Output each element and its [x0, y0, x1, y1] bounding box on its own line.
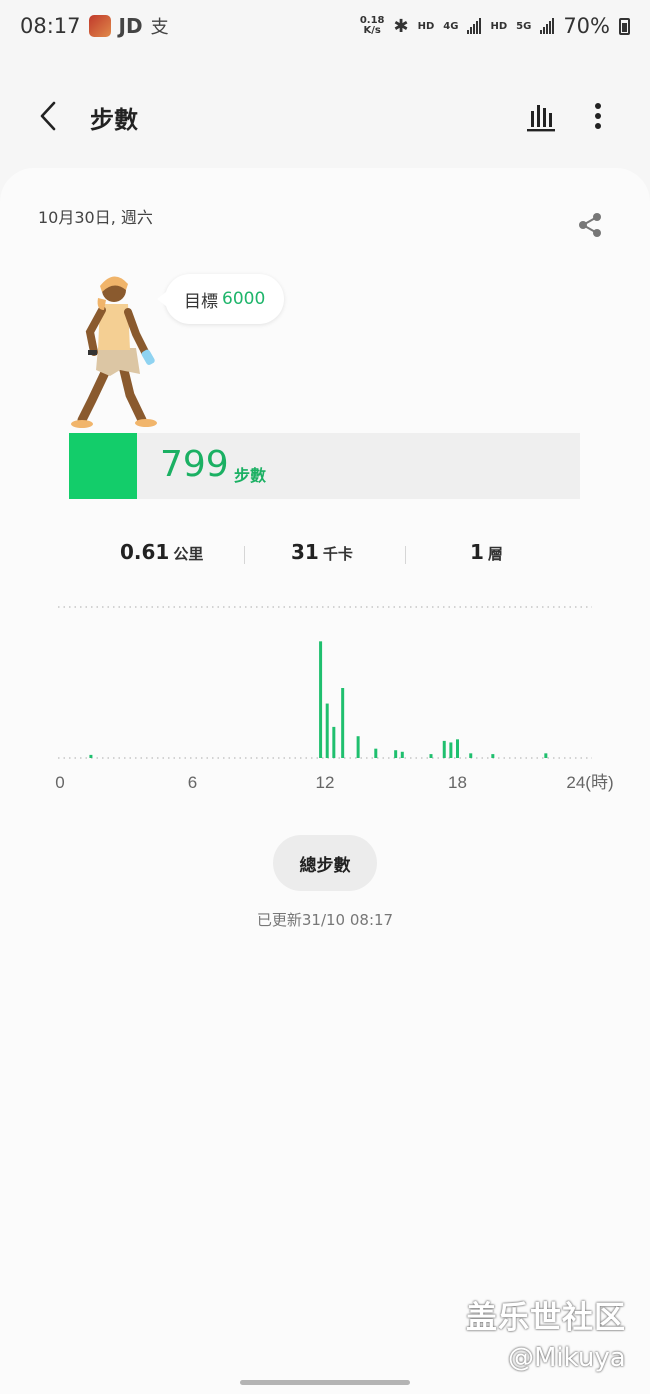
chart-bar-7 [394, 750, 398, 758]
more-vertical-icon [595, 103, 601, 129]
battery-icon [619, 17, 630, 35]
jd-icon: JD [118, 14, 143, 38]
chart-bar-12 [456, 739, 459, 758]
chart-bars [89, 641, 548, 758]
distance-value: 0.61 [120, 540, 170, 564]
chevron-left-icon [40, 101, 56, 131]
battery-percent: 70% [563, 14, 610, 38]
goal-value: 6000 [222, 289, 266, 309]
calories-metric: 31 千卡 [291, 540, 353, 564]
chart-bar-1 [319, 641, 323, 758]
status-bar: 08:17 JD 支 0.18 K/s ✱ HD 4G HD 5G 70% [0, 0, 650, 52]
game-avatar-icon [88, 15, 111, 37]
x-tick-label: 12 [316, 773, 335, 792]
watermark-title: 盖乐世社区 [466, 1300, 626, 1336]
chart-bar-13 [469, 753, 473, 758]
signal-icon-1 [467, 18, 482, 34]
x-tick-label: 24(時) [566, 773, 613, 792]
calories-value: 31 [291, 540, 319, 564]
bar-chart-icon [527, 105, 555, 132]
chart-bar-11 [449, 742, 453, 758]
steps-progress-fill [69, 433, 137, 499]
chart-bar-9 [429, 754, 433, 758]
steps-progress-bar [69, 433, 580, 499]
walking-person-illustration [71, 276, 157, 428]
signal-icon-2 [540, 18, 555, 34]
chart-bar-8 [400, 751, 404, 758]
chart-bar-15 [544, 753, 548, 758]
net-4g-label: 4G [443, 20, 459, 32]
app-header: 步數 [0, 80, 650, 152]
floors-unit: 層 [487, 545, 503, 563]
chart-bar-3 [332, 726, 336, 758]
hd-label-1: HD [417, 20, 435, 32]
chart-bar-4 [341, 688, 345, 758]
x-tick-label: 6 [188, 773, 197, 792]
distance-metric: 0.61 公里 [120, 540, 203, 564]
status-time: 08:17 [20, 14, 81, 38]
goal-bubble: 目標 6000 [156, 274, 285, 324]
share-button[interactable] [575, 210, 605, 240]
net-5g-label: 5G [516, 20, 532, 32]
network-speed: 0.18 K/s [360, 16, 385, 36]
floors-metric: 1層 [470, 540, 503, 564]
goal-label: 目標 [184, 291, 218, 312]
back-button[interactable] [30, 98, 66, 134]
steps-unit: 步數 [234, 466, 267, 485]
chart-bar-10 [442, 740, 446, 758]
x-tick-label: 0 [55, 773, 64, 792]
share-icon [579, 213, 601, 237]
floors-value: 1 [470, 540, 484, 564]
watermark-author: @Mikuya [508, 1343, 626, 1373]
distance-unit: 公里 [173, 545, 204, 563]
network-speed-unit: K/s [363, 25, 381, 36]
chart-view-button[interactable] [524, 100, 558, 134]
calories-unit: 千卡 [322, 545, 353, 563]
bluetooth-icon: ✱ [393, 15, 409, 37]
home-indicator[interactable] [240, 1380, 410, 1385]
hd-label-2: HD [490, 20, 508, 32]
metric-divider [405, 546, 406, 564]
total-steps-button[interactable]: 總步數 [273, 835, 377, 891]
chart-bar-14 [491, 754, 495, 758]
status-left: 08:17 JD 支 [20, 13, 169, 39]
x-tick-label: 18 [448, 773, 467, 792]
steps-count: 799 [160, 444, 229, 485]
metric-divider [244, 546, 245, 564]
hourly-steps-chart: 0 6 12 18 24(時) [55, 606, 614, 792]
date-label: 10月30日, 週六 [38, 208, 153, 227]
status-right: 0.18 K/s ✱ HD 4G HD 5G 70% [360, 14, 630, 38]
more-options-button[interactable] [584, 98, 612, 134]
chart-bar-5 [356, 736, 360, 758]
updated-timestamp: 已更新31/10 08:17 [256, 911, 394, 929]
page-title: 步數 [90, 106, 138, 134]
zhi-icon: 支 [150, 17, 169, 38]
chart-bar-6 [374, 748, 378, 758]
chart-bar-0 [89, 754, 93, 758]
chart-x-ticks: 0 6 12 18 24(時) [55, 773, 613, 792]
chart-bar-2 [325, 703, 329, 758]
